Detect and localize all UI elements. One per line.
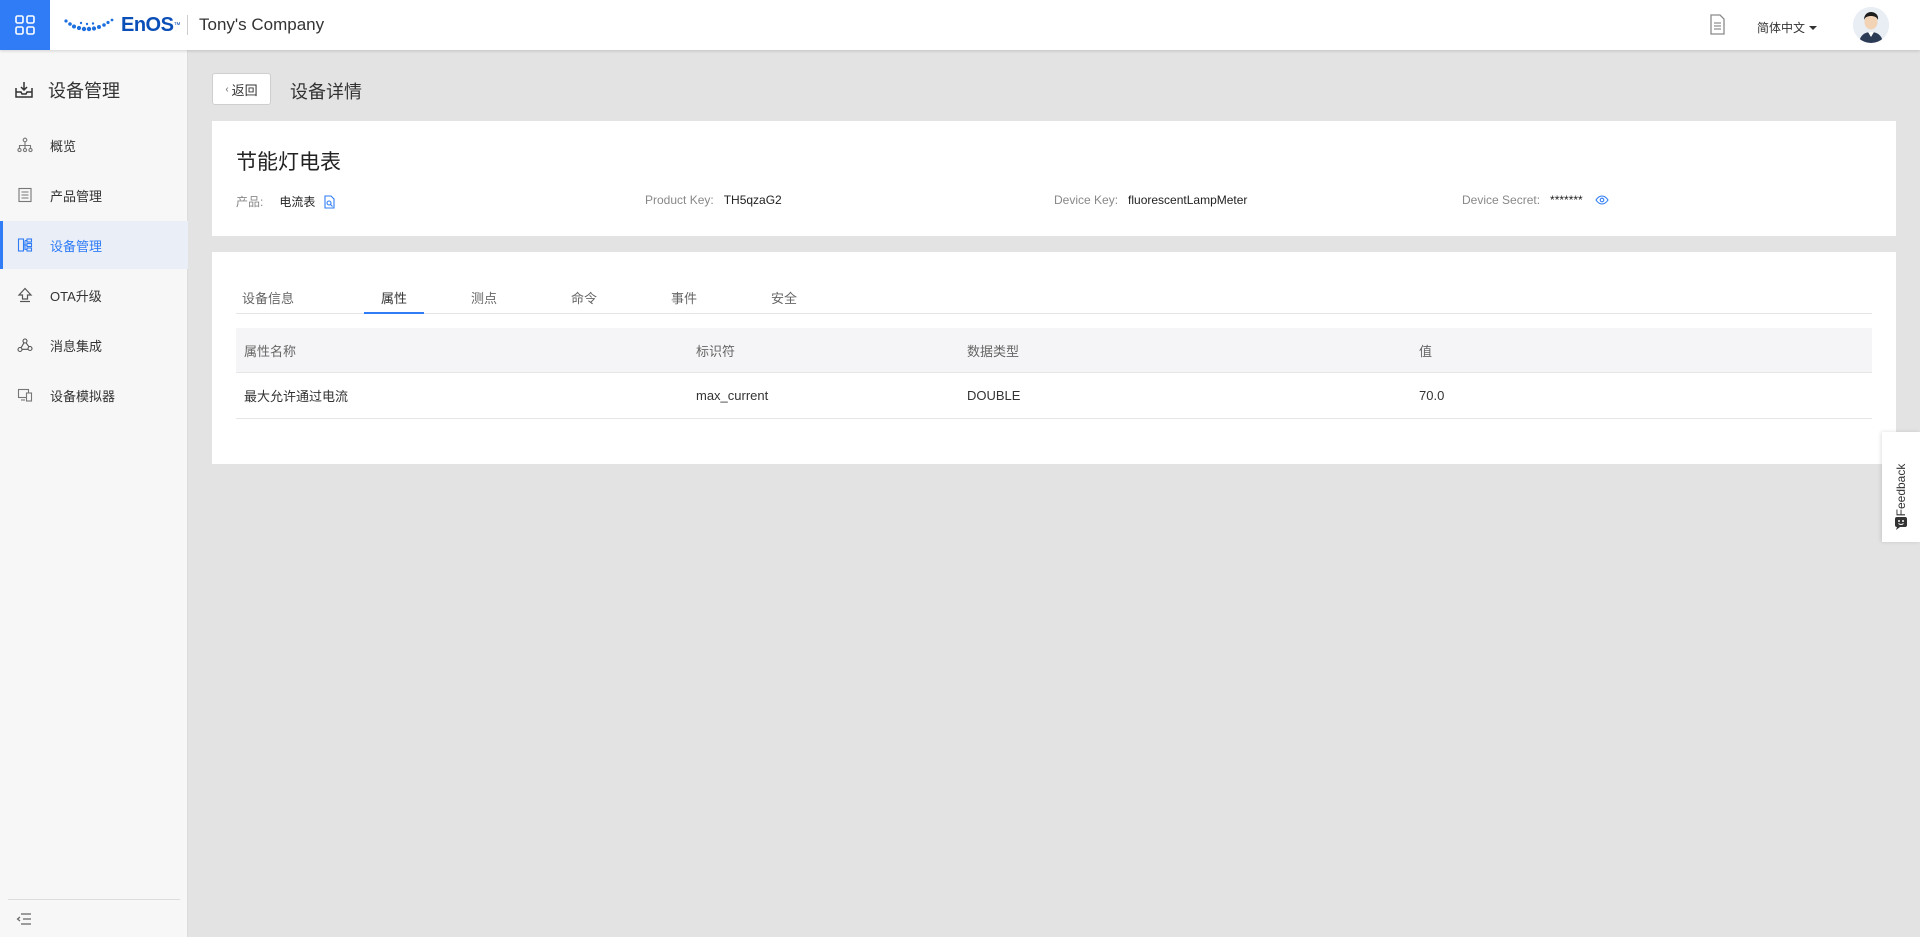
product-key-field: Product Key: TH5qzaG2 <box>645 193 782 207</box>
device-name: 节能灯电表 <box>236 151 341 174</box>
language-label: 简体中文 <box>1757 21 1806 35</box>
user-avatar[interactable] <box>1853 7 1889 43</box>
product-value: 电流表 <box>279 195 316 209</box>
sidebar-item-product-management[interactable]: 产品管理 <box>0 171 188 219</box>
upload-arrow-icon <box>16 286 34 304</box>
cell-data-type: DOUBLE <box>967 388 1021 403</box>
device-secret-label: Device Secret: <box>1462 193 1541 207</box>
sidebar-item-overview[interactable]: 概览 <box>0 121 188 169</box>
tab-security[interactable]: 安全 <box>764 288 804 314</box>
logo-brand-label: EnOS <box>121 13 174 36</box>
device-tree-icon <box>16 236 34 254</box>
sidebar-title: 设备管理 <box>48 81 120 101</box>
document-button[interactable] <box>1708 14 1726 39</box>
company-name: Tony's Company <box>199 15 325 34</box>
sidebar-item-device-simulator[interactable]: 设备模拟器 <box>0 371 188 419</box>
column-header-property-name: 属性名称 <box>244 343 297 359</box>
detail-tabs: 设备信息 属性 测点 命令 事件 安全 <box>236 278 1872 314</box>
device-management-icon <box>15 82 33 98</box>
chevron-down-icon <box>1809 25 1818 30</box>
sidebar: 设备管理 概览 产品管理 设备管理 OTA升级 消息集成 设备模拟器 <box>0 50 188 937</box>
sidebar-item-device-management[interactable]: 设备管理 <box>0 221 188 269</box>
product-list-icon <box>16 186 34 204</box>
column-header-identifier: 标识符 <box>696 343 736 359</box>
device-secret-field: Device Secret: ******* <box>1462 193 1609 207</box>
tab-measurement-points[interactable]: 测点 <box>464 288 504 314</box>
user-avatar-icon <box>1853 7 1889 43</box>
sidebar-item-ota-upgrade[interactable]: OTA升级 <box>0 271 188 319</box>
sidebar-collapse-button[interactable] <box>8 899 180 937</box>
logo-brand-text: EnOS <box>121 13 174 37</box>
column-header-value: 值 <box>1419 343 1433 359</box>
table-row[interactable]: 最大允许通过电流 max_current DOUBLE 70.0 <box>236 373 1872 419</box>
feedback-button[interactable]: Feedback <box>1882 432 1920 542</box>
device-secret-value: ******* <box>1550 193 1583 207</box>
header-divider <box>187 15 188 35</box>
device-key-label: Device Key: <box>1054 193 1119 207</box>
sidebar-item-label: 概览 <box>50 138 77 154</box>
column-header-data-type: 数据类型 <box>967 343 1020 359</box>
cell-property-name: 最大允许通过电流 <box>244 389 349 404</box>
product-detail-icon[interactable] <box>323 194 336 209</box>
properties-table: 属性名称 标识符 数据类型 值 最大允许通过电流 max_current DOU… <box>236 328 1872 419</box>
collapse-menu-icon <box>16 912 31 925</box>
table-header: 属性名称 标识符 数据类型 值 <box>236 328 1872 373</box>
tab-properties[interactable]: 属性 <box>364 288 424 314</box>
device-simulator-icon <box>16 386 34 404</box>
chevron-left-icon: ‹ <box>225 83 229 95</box>
sidebar-item-label: 产品管理 <box>50 188 103 204</box>
tab-device-info[interactable]: 设备信息 <box>236 288 300 314</box>
back-button[interactable]: ‹ 返回 <box>212 73 271 105</box>
sidebar-item-label: 消息集成 <box>50 338 103 354</box>
sidebar-item-label: OTA升级 <box>50 288 102 304</box>
feedback-label: Feedback <box>1894 463 1908 517</box>
app-grid-icon <box>15 15 35 35</box>
device-summary-card: 节能灯电表 产品: 电流表 Product Key: TH5qzaG2 Devi… <box>212 121 1896 236</box>
share-nodes-icon <box>16 336 34 354</box>
device-key-value: fluorescentLampMeter <box>1128 193 1248 207</box>
feedback-icon <box>1895 517 1907 530</box>
logo-trademark: ™ <box>173 21 181 29</box>
tab-commands[interactable]: 命令 <box>564 288 604 314</box>
cell-identifier: max_current <box>696 388 769 403</box>
top-bar: EnOS ™ Tony's Company 简体中文 <box>0 0 1920 50</box>
sidebar-item-message-integration[interactable]: 消息集成 <box>0 321 188 369</box>
device-key-field: Device Key: fluorescentLampMeter <box>1054 193 1247 207</box>
page-title: 设备详情 <box>290 82 362 102</box>
language-selector[interactable]: 简体中文 <box>1757 19 1818 36</box>
sidebar-item-label: 设备管理 <box>50 238 103 254</box>
device-detail-card: 设备信息 属性 测点 命令 事件 安全 属性名称 标识符 数据类型 值 最大允许… <box>212 252 1896 464</box>
product-field: 产品: 电流表 <box>236 193 336 210</box>
app-launcher-button[interactable] <box>0 0 50 50</box>
hierarchy-icon <box>16 136 34 154</box>
enos-logo[interactable]: EnOS ™ <box>63 12 180 38</box>
document-icon <box>1710 14 1725 35</box>
product-label: 产品: <box>236 195 264 209</box>
product-key-label: Product Key: <box>645 193 714 207</box>
sidebar-header: 设备管理 <box>14 77 120 103</box>
sidebar-item-label: 设备模拟器 <box>50 388 116 404</box>
eye-icon[interactable] <box>1595 195 1609 205</box>
cell-value: 70.0 <box>1419 388 1445 403</box>
logo-wave-icon <box>64 18 114 32</box>
product-key-value: TH5qzaG2 <box>723 193 782 207</box>
tab-events[interactable]: 事件 <box>664 288 704 314</box>
back-button-label: 返回 <box>231 82 258 98</box>
